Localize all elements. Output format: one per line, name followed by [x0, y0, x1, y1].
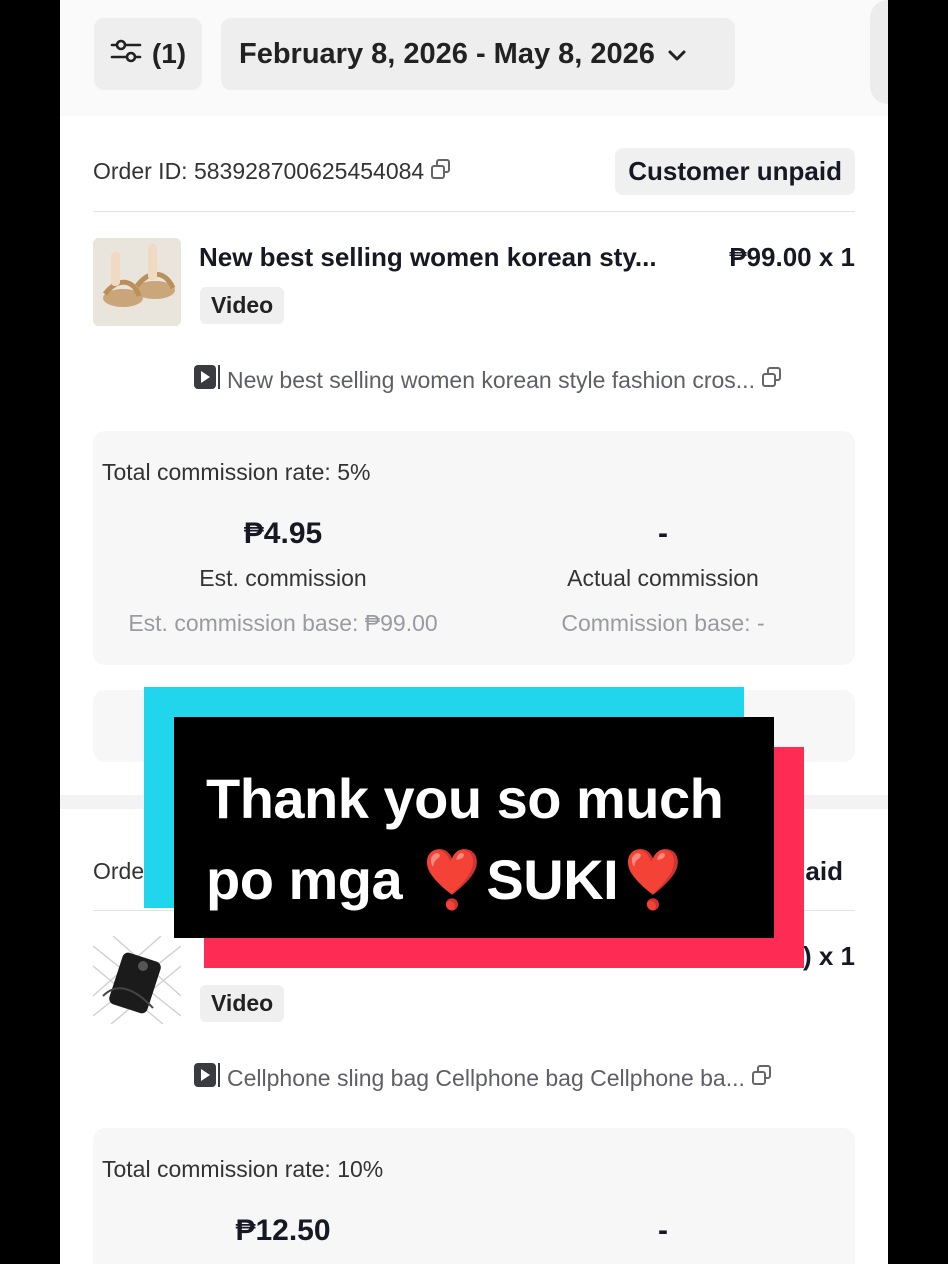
- product-price: ) x 1: [802, 941, 855, 971]
- app-screen: (1) February 8, 2026 - May 8, 2026 Order…: [60, 0, 888, 1264]
- video-source-row[interactable]: New best selling women korean style fash…: [193, 364, 855, 396]
- caption-line-1: Thank you so much: [206, 767, 724, 830]
- commission-panel: Total commission rate: 10% ₱12.50 -: [93, 1128, 855, 1264]
- date-range-select[interactable]: February 8, 2026 - May 8, 2026: [221, 18, 735, 90]
- caption-text: Thank you so much po mga ❣️SUKI❣️: [206, 758, 766, 920]
- filter-bar: (1) February 8, 2026 - May 8, 2026: [60, 0, 888, 116]
- product-thumbnail[interactable]: [93, 936, 181, 1024]
- caption-line-2: po mga ❣️SUKI❣️: [206, 848, 688, 911]
- commission-rate: Total commission rate: 5%: [102, 459, 371, 485]
- video-tag: Video: [200, 287, 285, 324]
- product-title[interactable]: New best selling women korean sty...: [199, 242, 699, 273]
- date-range-label: February 8, 2026 - May 8, 2026: [239, 37, 655, 70]
- est-commission-block: ₱4.95 Est. commission Est. commission ba…: [103, 517, 463, 637]
- commission-panel: Total commission rate: 5% ₱4.95 Est. com…: [93, 431, 855, 665]
- est-commission-base: Est. commission base: ₱99.00: [128, 610, 438, 636]
- more-filters-button[interactable]: [870, 0, 888, 104]
- video-tag: Video: [200, 985, 285, 1022]
- divider: [93, 211, 855, 212]
- video-title: Cellphone sling bag Cellphone bag Cellph…: [227, 1064, 745, 1091]
- actual-commission-base: Commission base: -: [561, 610, 765, 636]
- commission-rate: Total commission rate: 10%: [102, 1156, 384, 1182]
- est-commission-value: ₱4.95: [243, 517, 323, 550]
- product-thumbnail[interactable]: [93, 238, 181, 326]
- actual-commission-block: - Actual commission Commission base: -: [483, 517, 843, 637]
- copy-icon[interactable]: [430, 158, 452, 186]
- actual-commission-label: Actual commission: [567, 565, 759, 591]
- actual-commission-value: -: [658, 517, 668, 550]
- chevron-down-icon: [667, 38, 687, 71]
- video-source-row[interactable]: Cellphone sling bag Cellphone bag Cellph…: [193, 1062, 855, 1094]
- actual-commission-block: -: [483, 1214, 843, 1248]
- est-commission-block: ₱12.50: [103, 1214, 463, 1248]
- order-header: Order ID: 583928700625454084 Customer un…: [93, 148, 855, 195]
- copy-icon[interactable]: [761, 366, 783, 394]
- copy-icon[interactable]: [751, 1064, 773, 1092]
- est-commission-label: Est. commission: [199, 565, 367, 591]
- order-id: Order ID: 583928700625454084: [93, 158, 452, 186]
- est-commission-value: ₱12.50: [235, 1214, 331, 1247]
- filter-button[interactable]: (1): [94, 18, 202, 90]
- filter-count: (1): [151, 38, 187, 69]
- product-price: ₱99.00 x 1: [729, 242, 855, 272]
- status-badge: Customer unpaid: [615, 148, 855, 195]
- actual-commission-value: -: [658, 1214, 668, 1247]
- order-id: Orde: [93, 858, 145, 884]
- filter-icon: [110, 38, 142, 71]
- video-title: New best selling women korean style fash…: [227, 366, 755, 393]
- video-icon: [193, 1062, 221, 1094]
- video-icon: [193, 364, 221, 396]
